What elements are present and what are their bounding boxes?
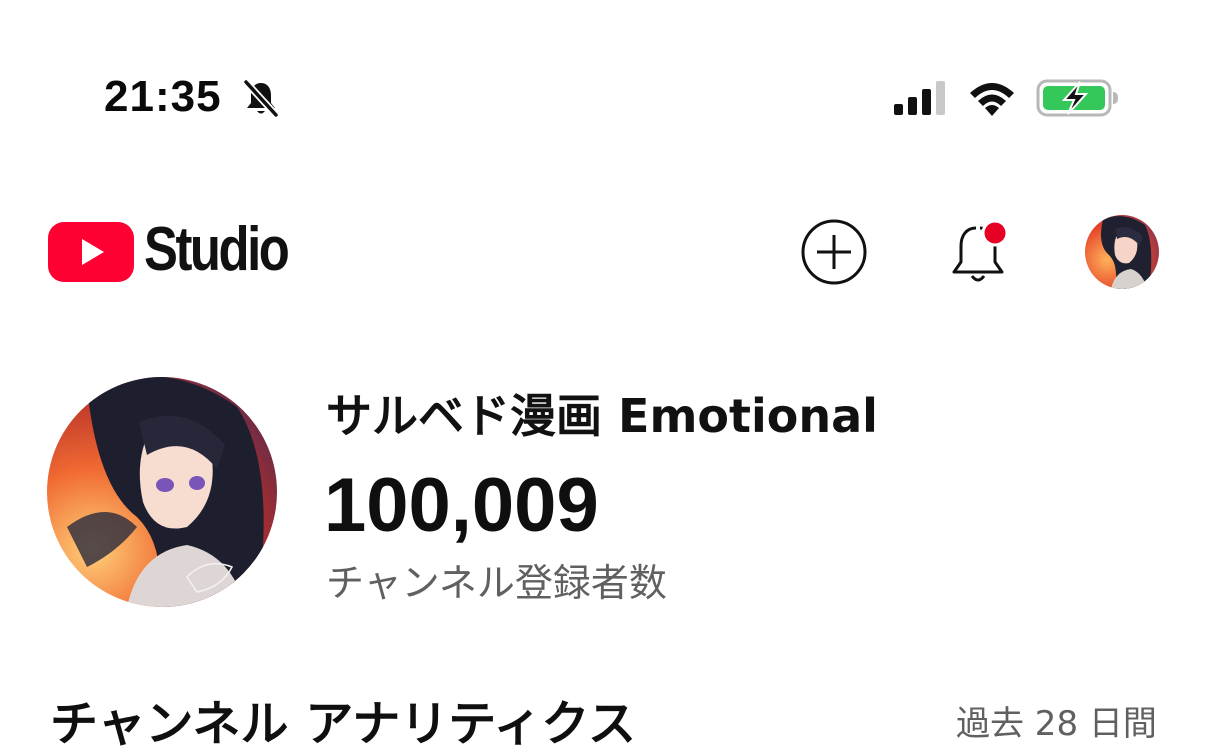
status-bar: 21:35 — [0, 0, 1206, 150]
account-avatar-image — [1085, 215, 1159, 289]
status-time: 21:35 — [104, 72, 222, 121]
battery-charging-icon — [1036, 79, 1118, 117]
subscriber-label: チャンネル登録者数 — [326, 561, 667, 605]
channel-avatar-image — [47, 377, 277, 607]
period-selector[interactable]: 過去 28 日間 — [956, 696, 1157, 745]
channel-avatar[interactable] — [47, 377, 277, 607]
studio-wordmark: Studio — [144, 215, 290, 284]
account-avatar[interactable] — [1085, 215, 1159, 289]
subscriber-count: 100,009 — [324, 463, 599, 548]
notification-bell-icon — [952, 219, 1009, 282]
wifi-icon — [970, 83, 1014, 116]
cellular-signal-icon — [894, 81, 945, 115]
app-header: Studio — [0, 200, 1206, 310]
notifications-button[interactable] — [946, 218, 1010, 286]
analytics-title: チャンネル アナリティクス — [50, 696, 636, 752]
youtube-logo-icon[interactable] — [48, 222, 134, 282]
create-button[interactable] — [800, 218, 868, 286]
channel-name: サルベド漫画 Emotional — [326, 389, 878, 443]
bell-slash-icon — [243, 79, 279, 118]
create-plus-icon — [801, 219, 867, 285]
